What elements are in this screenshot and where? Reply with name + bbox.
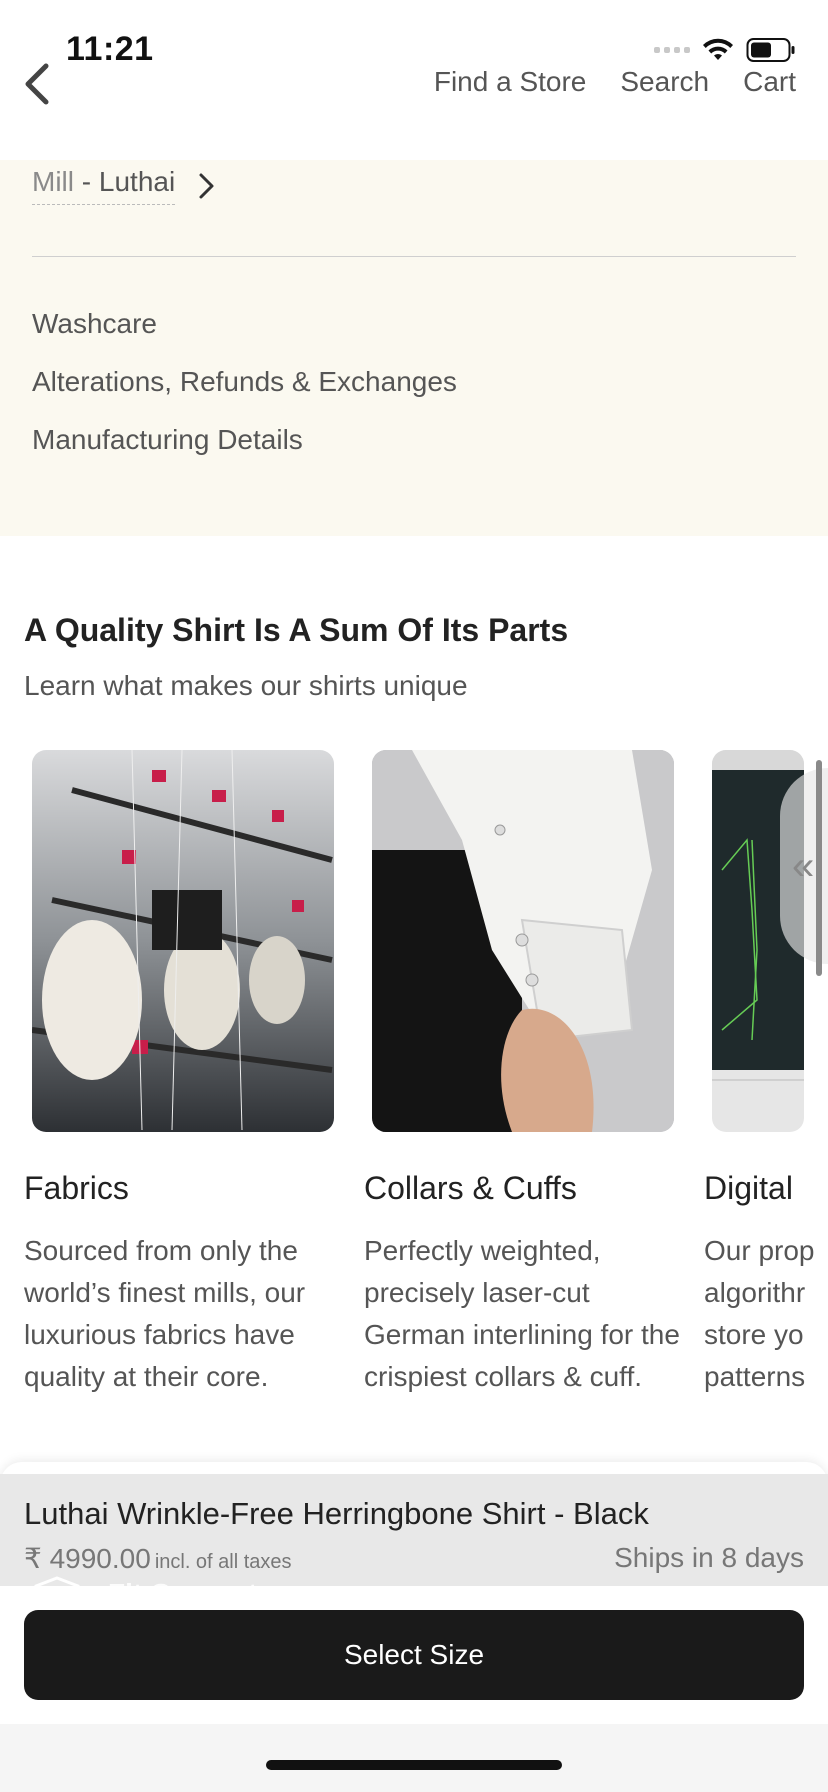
info-links: Washcare Alterations, Refunds & Exchange… bbox=[32, 308, 457, 482]
chevron-left-icon bbox=[25, 63, 49, 105]
card-title: Digital bbox=[704, 1170, 793, 1206]
search-link[interactable]: Search bbox=[620, 66, 709, 98]
alterations-link[interactable]: Alterations, Refunds & Exchanges bbox=[32, 366, 457, 424]
mill-link[interactable]: Mill - Luthai bbox=[32, 166, 176, 205]
washcare-link[interactable]: Washcare bbox=[32, 308, 457, 366]
product-bottom-sheet: Luthai Wrinkle-Free Herringbone Shirt - … bbox=[0, 1462, 828, 1792]
wifi-icon bbox=[702, 38, 734, 62]
tax-note: incl. of all taxes bbox=[154, 1551, 292, 1573]
product-info-section: Mill - Luthai Washcare Alterations, Refu… bbox=[0, 160, 828, 536]
select-size-button[interactable]: Select Size bbox=[24, 1610, 804, 1700]
status-icons bbox=[654, 36, 796, 64]
scrollbar[interactable] bbox=[816, 760, 822, 976]
battery-icon bbox=[746, 37, 796, 63]
chevron-right-icon bbox=[199, 173, 214, 198]
manufacturing-details-link[interactable]: Manufacturing Details bbox=[32, 424, 457, 482]
card-title: Collars & Cuffs bbox=[364, 1170, 577, 1206]
sheet-footer bbox=[0, 1724, 828, 1792]
find-store-link[interactable]: Find a Store bbox=[434, 66, 587, 98]
card-description: Sourced from only the world’s finest mil… bbox=[24, 1235, 306, 1392]
feature-card-fabrics[interactable]: Fabrics Sourced from only the world’s fi… bbox=[24, 750, 338, 1392]
cart-link[interactable]: Cart bbox=[743, 66, 796, 98]
mill-row[interactable]: Mill - Luthai bbox=[32, 166, 215, 205]
header-nav: Find a Store Search Cart bbox=[434, 66, 796, 98]
section-title: A Quality Shirt Is A Sum Of Its Parts bbox=[24, 612, 569, 648]
shield-icon bbox=[34, 1576, 80, 1586]
status-time: 11:21 bbox=[66, 30, 154, 68]
app-header: 11:21 Find a Store Search Cart bbox=[0, 0, 828, 160]
cellular-signal-icon bbox=[654, 47, 690, 53]
home-indicator[interactable] bbox=[266, 1760, 562, 1770]
collars-cuffs-image bbox=[372, 750, 674, 1132]
card-description: Our prop algorithr store yo patterns bbox=[704, 1235, 815, 1392]
shipping-info: Ships in 8 days bbox=[614, 1542, 804, 1573]
double-chevron-left-icon: « bbox=[792, 844, 815, 888]
product-price: ₹ 4990.00 incl. of all taxes bbox=[24, 1543, 292, 1574]
section-subtitle: Learn what makes our shirts unique bbox=[24, 670, 468, 701]
fabrics-image bbox=[32, 750, 334, 1132]
card-description: Perfectly weighted, precisely laser-cut … bbox=[364, 1235, 680, 1392]
back-button[interactable] bbox=[12, 58, 60, 110]
fit-guarantee-label: Fit Guarantee bbox=[108, 1578, 288, 1586]
divider bbox=[32, 256, 796, 257]
product-name: Luthai Wrinkle-Free Herringbone Shirt - … bbox=[24, 1496, 649, 1531]
card-title: Fabrics bbox=[24, 1170, 129, 1206]
feature-carousel[interactable]: Fabrics Sourced from only the world’s fi… bbox=[0, 750, 828, 1400]
product-summary: Luthai Wrinkle-Free Herringbone Shirt - … bbox=[0, 1474, 828, 1586]
feature-card-collars-cuffs[interactable]: Collars & Cuffs Perfectly weighted, prec… bbox=[364, 750, 680, 1392]
